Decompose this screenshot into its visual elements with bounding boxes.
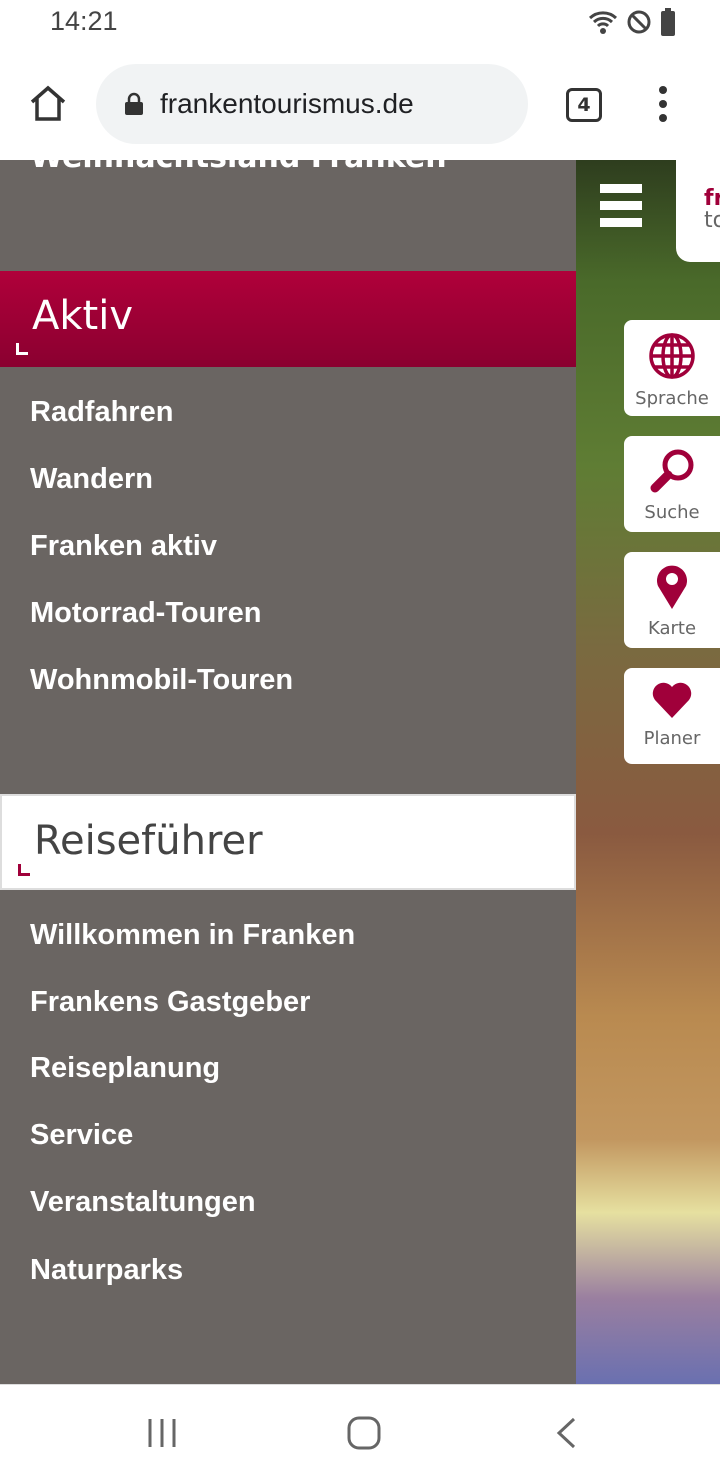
section-header-reisefuehrer[interactable]: Reiseführer [0,794,576,890]
tab-switcher-button[interactable]: 4 [566,88,602,122]
nav-item-motorrad-touren[interactable]: Motorrad-Touren [30,597,261,630]
home-nav-icon[interactable] [347,1416,381,1450]
nav-item-franken-aktiv[interactable]: Franken aktiv [30,530,217,563]
planner-button[interactable]: Planer [624,668,720,764]
page-content: frto Sprache Suche Karte Planer Weihnach… [0,160,720,1384]
nav-item-naturparks[interactable]: Naturparks [30,1254,183,1287]
corner-mark [16,343,28,355]
status-icons [588,8,676,36]
wifi-icon [588,11,618,34]
nav-item-reiseplanung[interactable]: Reiseplanung [30,1052,220,1085]
url-text: frankentourismus.de [160,88,414,119]
nav-item-service[interactable]: Service [30,1119,133,1152]
logo[interactable]: fr to [676,160,720,262]
map-pin-icon [657,565,687,609]
status-bar: 14:21 [0,0,720,48]
nav-item-gastgeber[interactable]: Frankens Gastgeber [30,986,310,1019]
browser-toolbar: frankentourismus.de 4 [0,48,720,160]
battery-icon [661,8,675,36]
search-button[interactable]: Suche [624,436,720,532]
search-icon [650,449,694,493]
address-bar[interactable]: frankentourismus.de [96,64,528,144]
clock: 14:21 [50,6,118,36]
map-button[interactable]: Karte [624,552,720,648]
system-nav-bar [0,1384,720,1480]
planner-label: Planer [643,728,701,749]
nav-item-wandern[interactable]: Wandern [30,463,153,496]
hamburger-menu-icon[interactable] [600,184,642,235]
nav-item-wohnmobil-touren[interactable]: Wohnmobil-Touren [30,664,293,697]
back-icon[interactable] [554,1417,578,1449]
nav-item-willkommen[interactable]: Willkommen in Franken [30,919,355,952]
map-label: Karte [647,618,697,639]
lock-icon [125,92,143,115]
search-label: Suche [644,502,700,523]
navigation-drawer: Weihnachtsland Franken Aktiv Radfahren W… [0,160,576,1384]
language-button[interactable]: Sprache [624,320,720,416]
recent-apps-icon[interactable] [146,1417,178,1449]
section-title: Aktiv [32,293,133,339]
heart-icon [652,682,692,718]
section-title: Reiseführer [34,818,263,864]
corner-mark [18,864,30,876]
home-icon[interactable] [28,84,68,122]
dnd-icon [627,10,651,34]
globe-icon [649,333,695,379]
language-label: Sprache [635,388,709,409]
nav-item-radfahren[interactable]: Radfahren [30,396,173,429]
nav-item-weihnachtsland[interactable]: Weihnachtsland Franken [30,160,447,175]
section-header-aktiv[interactable]: Aktiv [0,271,576,367]
nav-item-veranstaltungen[interactable]: Veranstaltungen [30,1186,256,1219]
more-menu-icon[interactable] [656,86,670,128]
